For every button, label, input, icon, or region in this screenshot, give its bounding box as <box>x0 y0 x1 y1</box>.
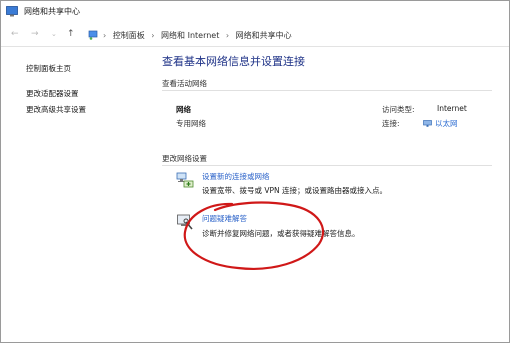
page-title: 查看基本网络信息并设置连接 <box>162 55 305 68</box>
network-profile[interactable]: 专用网络 <box>176 118 206 129</box>
access-type-label: 访问类型: <box>382 105 415 114</box>
network-name: 网络 <box>176 105 191 114</box>
window-title: 网络和共享中心 <box>24 7 80 16</box>
sidebar-item-advanced-sharing[interactable]: 更改高级共享设置 <box>26 104 86 115</box>
active-networks-title: 查看活动网络 <box>162 79 207 88</box>
troubleshoot-link[interactable]: 问题疑难解答 <box>202 213 247 224</box>
title-bar: 网络和共享中心 <box>1 1 509 23</box>
access-type-value: Internet <box>437 104 467 113</box>
address-row: ← → ⌄ ↑ › 控制面板 › 网络和 Internet › 网络和共享中心 <box>1 24 509 47</box>
section-divider <box>162 165 492 166</box>
troubleshoot-description: 诊断并修复网络问题，或者获得疑难解答信息。 <box>202 229 360 238</box>
breadcrumb-separator: › <box>225 31 230 40</box>
breadcrumb-control-panel[interactable]: 控制面板 <box>113 31 145 40</box>
recent-locations-button[interactable]: ⌄ <box>51 29 57 39</box>
connections-label: 连接: <box>382 119 400 128</box>
network-center-icon <box>6 6 18 17</box>
breadcrumb: › 控制面板 › 网络和 Internet › 网络和共享中心 <box>103 30 292 41</box>
forward-button[interactable]: → <box>31 29 39 39</box>
setup-connection-link[interactable]: 设置新的连接或网络 <box>202 171 270 182</box>
ethernet-icon <box>423 120 432 127</box>
ethernet-link[interactable]: 以太网 <box>423 118 458 129</box>
up-button[interactable]: ↑ <box>67 29 75 39</box>
ethernet-label: 以太网 <box>435 119 458 128</box>
new-connection-icon <box>176 172 194 188</box>
window: 网络和共享中心 ← → ⌄ ↑ › 控制面板 › 网络和 Internet › … <box>0 0 510 343</box>
breadcrumb-sharing-center[interactable]: 网络和共享中心 <box>236 31 292 40</box>
back-button[interactable]: ← <box>11 29 19 39</box>
breadcrumb-separator: › <box>151 31 155 40</box>
change-settings-title: 更改网络设置 <box>162 154 207 163</box>
breadcrumb-network-internet[interactable]: 网络和 Internet <box>161 31 219 40</box>
control-panel-icon <box>88 30 98 40</box>
sidebar-item-control-panel-home[interactable]: 控制面板主页 <box>26 63 71 74</box>
troubleshoot-icon <box>177 214 193 230</box>
sidebar-item-adapter-settings[interactable]: 更改适配器设置 <box>26 88 79 99</box>
breadcrumb-separator: › <box>103 31 107 40</box>
setup-connection-description: 设置宽带、拨号或 VPN 连接；或设置路由器或接入点。 <box>202 186 388 195</box>
section-divider <box>162 90 492 91</box>
